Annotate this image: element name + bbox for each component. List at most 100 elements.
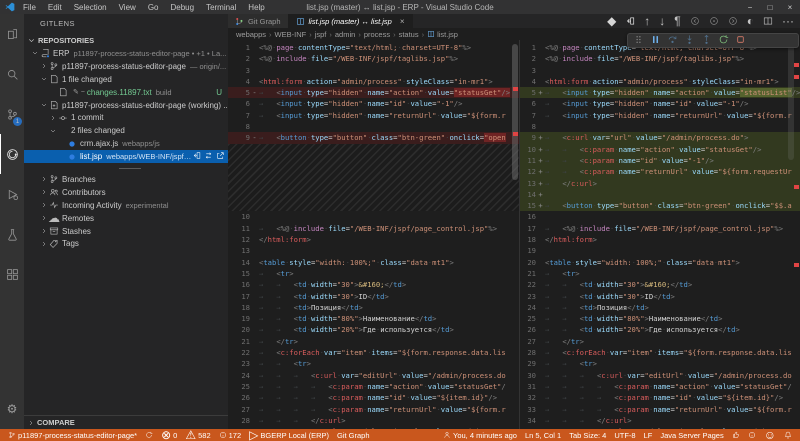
code-line[interactable]: 18→ → <td>Позиция</td>	[228, 302, 519, 313]
statusbar-left-6[interactable]: Git Graph	[333, 429, 374, 441]
code-line[interactable]: 7→ <input·type="hidden"·name="returnUrl"…	[520, 110, 800, 121]
code-line[interactable]: 15+→ <button·type="button"·class="btn-gr…	[520, 200, 800, 211]
code-line[interactable]: 9+→ <c:url·var="url"·value="/admin/proce…	[520, 132, 800, 143]
code-line[interactable]: 15→ <tr>	[228, 268, 519, 279]
breadcrumb-item[interactable]: webapps	[236, 30, 266, 39]
tree-item-changes-11897-txt[interactable]: ✎ − changes.11897.txt build U	[24, 86, 228, 99]
code-line[interactable]: 2<%@·include·file="/WEB-INF/jspf/taglibs…	[520, 53, 800, 64]
tree-item-p11897-process-status-editor-p[interactable]: p11897-process-status-editor-page — orig…	[24, 60, 228, 73]
annotations-icon[interactable]: ◐	[747, 15, 754, 27]
code-line[interactable]: 3	[520, 65, 800, 76]
code-line[interactable]: 16→ → <td·width="30">&#160;</td>	[228, 279, 519, 290]
maximize-button[interactable]: □	[760, 3, 780, 12]
code-line[interactable]: 13+→ </c:url>	[520, 178, 800, 189]
code-line[interactable]: 8	[228, 121, 519, 132]
restart-icon[interactable]	[718, 32, 729, 50]
breadcrumb-item[interactable]: admin	[335, 30, 355, 39]
whitespace-icon[interactable]: ¶	[674, 15, 680, 27]
activity-debug-icon[interactable]	[0, 174, 24, 214]
statusbar-left-5[interactable]: ▷BGERP Local (ERP)	[245, 429, 333, 441]
code-line[interactable]: 10	[228, 211, 519, 222]
statusbar-right-3[interactable]: UTF-8	[610, 429, 639, 441]
close-icon[interactable]: ×	[400, 17, 405, 26]
code-line[interactable]: 18</html:form>	[520, 234, 800, 245]
tree-item-1-commit[interactable]: 1 commit	[24, 111, 228, 124]
left-scrollbar[interactable]	[512, 44, 518, 180]
statusbar-right-6[interactable]	[728, 429, 744, 441]
statusbar-right-2[interactable]: Tab Size: 4	[565, 429, 610, 441]
right-scrollbar[interactable]	[788, 42, 794, 160]
close-button[interactable]: ×	[780, 3, 800, 12]
code-line[interactable]: 33→ → → → <c:param·name="returnUrl"·valu…	[520, 404, 800, 415]
diff-pane-original[interactable]: 1<%@·page·contentType="text/html;·charse…	[228, 40, 520, 429]
tab-list-jsp-master-list-jsp[interactable]: list.jsp (master) ↔ list.jsp×	[289, 14, 413, 28]
breadcrumb-item[interactable]: jspf	[315, 30, 327, 39]
menu-go[interactable]: Go	[142, 3, 165, 12]
tree-item-erp[interactable]: ERP p11897-process-status-editor-page • …	[24, 47, 228, 60]
statusbar-left-4[interactable]: 172	[215, 429, 246, 441]
code-line[interactable]: 10+→ → <c:param·name="action"·value="sta…	[520, 144, 800, 155]
activity-gitlens-icon[interactable]	[0, 134, 24, 174]
step-out-icon[interactable]	[701, 32, 712, 50]
pause-icon[interactable]	[650, 32, 661, 50]
tree-item-p11897-process-status-editor-p[interactable]: p11897-process-status-editor-page (worki…	[24, 99, 228, 112]
code-line[interactable]: 17→ <%@·include·file="/WEB-INF/jspf/page…	[520, 223, 800, 234]
open-changes-icon[interactable]	[625, 16, 635, 26]
code-line[interactable]: 11→ <%@·include·file="/WEB-INF/jspf/page…	[228, 223, 519, 234]
tree-item-incoming-activity[interactable]: Incoming Activity experimental	[24, 199, 228, 212]
tree-item-branches[interactable]: Branches	[24, 173, 228, 186]
external-link-icon[interactable]	[216, 151, 225, 162]
code-line[interactable]: 20→ → <td·width="20%">Где·используется</…	[228, 324, 519, 335]
code-line[interactable]: 12+→ → <c:param·name="returnUrl"·value="…	[520, 166, 800, 177]
activity-gear-icon[interactable]: ⚙	[0, 389, 24, 429]
code-line[interactable]: 14<table·style="width:·100%;"·class="dat…	[228, 257, 519, 268]
breadcrumb-item[interactable]: status	[399, 30, 419, 39]
arrow-down-icon[interactable]: ↓	[659, 15, 665, 27]
code-line[interactable]: 21→ </tr>	[228, 336, 519, 347]
code-line[interactable]: 20<table·style="width:·100%;"·class="dat…	[520, 257, 800, 268]
repositories-section-header[interactable]: REPOSITORIES	[24, 34, 228, 47]
tab-git-graph[interactable]: Git Graph	[228, 14, 289, 28]
more-actions-icon[interactable]: ···	[782, 15, 794, 27]
compare-section-header[interactable]: COMPARE	[24, 415, 228, 429]
code-line[interactable]: 17→ → <td·width="30">ID</td>	[228, 291, 519, 302]
tree-item-list-jsp[interactable]: list.jsp webapps/WEB-INF/jspf/admin/pr..…	[24, 150, 228, 163]
activity-source-control-icon[interactable]: 1	[0, 94, 24, 134]
code-line[interactable]: 7→ <input·type="hidden"·name="returnUrl"…	[228, 110, 519, 121]
code-line[interactable]: 19	[520, 245, 800, 256]
tree-item-stashes[interactable]: Stashes	[24, 225, 228, 238]
prev-revision-icon[interactable]	[690, 16, 700, 26]
code-line[interactable]: 12</html:form>	[228, 234, 519, 245]
compare-icon[interactable]	[204, 151, 213, 162]
tree-item-crm-ajax-js[interactable]: crm.ajax.js webapps/js	[24, 137, 228, 150]
statusbar-right-1[interactable]: Ln 5, Col 1	[521, 429, 565, 441]
tree-item-1-file-changed[interactable]: 1 file changed	[24, 73, 228, 86]
statusbar-left-0[interactable]: p11897-process-status-editor-page*	[4, 429, 141, 441]
tree-item-tags[interactable]: Tags	[24, 237, 228, 250]
step-over-icon[interactable]	[667, 32, 678, 50]
statusbar-left-3[interactable]: ⚠582	[181, 429, 214, 441]
next-revision-icon[interactable]	[728, 16, 738, 26]
tree-item-remotes[interactable]: ☁ Remotes	[24, 212, 228, 225]
code-line[interactable]: 4<html:form·action="admin/process"·style…	[228, 76, 519, 87]
activity-search-icon[interactable]	[0, 54, 24, 94]
statusbar-right-0[interactable]: You, 4 minutes ago	[439, 429, 521, 441]
code-line[interactable]: 22→ <c:forEach·var="item"·items="${form.…	[228, 347, 519, 358]
code-line[interactable]: 23→ → <tr>	[228, 358, 519, 369]
statusbar-right-9[interactable]	[780, 429, 796, 441]
code-line[interactable]: 34→ → → </c:url>	[520, 415, 800, 426]
menu-view[interactable]: View	[113, 3, 142, 12]
code-line[interactable]: 2<%@·include·file="/WEB-INF/jspf/taglibs…	[228, 53, 519, 64]
code-line[interactable]: 11+→ → <c:param·name="id"·value="-1"/>	[520, 155, 800, 166]
code-line[interactable]: 23→ → <td·width="30">ID</td>	[520, 291, 800, 302]
menu-edit[interactable]: Edit	[42, 3, 68, 12]
code-line[interactable]: 5-→ <input·type="hidden"·name="action"·v…	[228, 87, 519, 98]
code-line[interactable]: 14+	[520, 189, 800, 200]
code-line[interactable]: 5+→ <input·type="hidden"·name="action"·v…	[520, 87, 800, 98]
statusbar-left-2[interactable]: ⊗0	[157, 429, 181, 441]
code-line[interactable]: 24→ → <td>Позиция</td>	[520, 302, 800, 313]
statusbar-left-1[interactable]	[141, 429, 157, 441]
code-line[interactable]: 4<html:form·action="admin/process"·style…	[520, 76, 800, 87]
breadcrumb-item[interactable]: process	[364, 30, 390, 39]
code-line[interactable]: 30→ → → <c:url·var="editUrl"·value="/adm…	[520, 370, 800, 381]
